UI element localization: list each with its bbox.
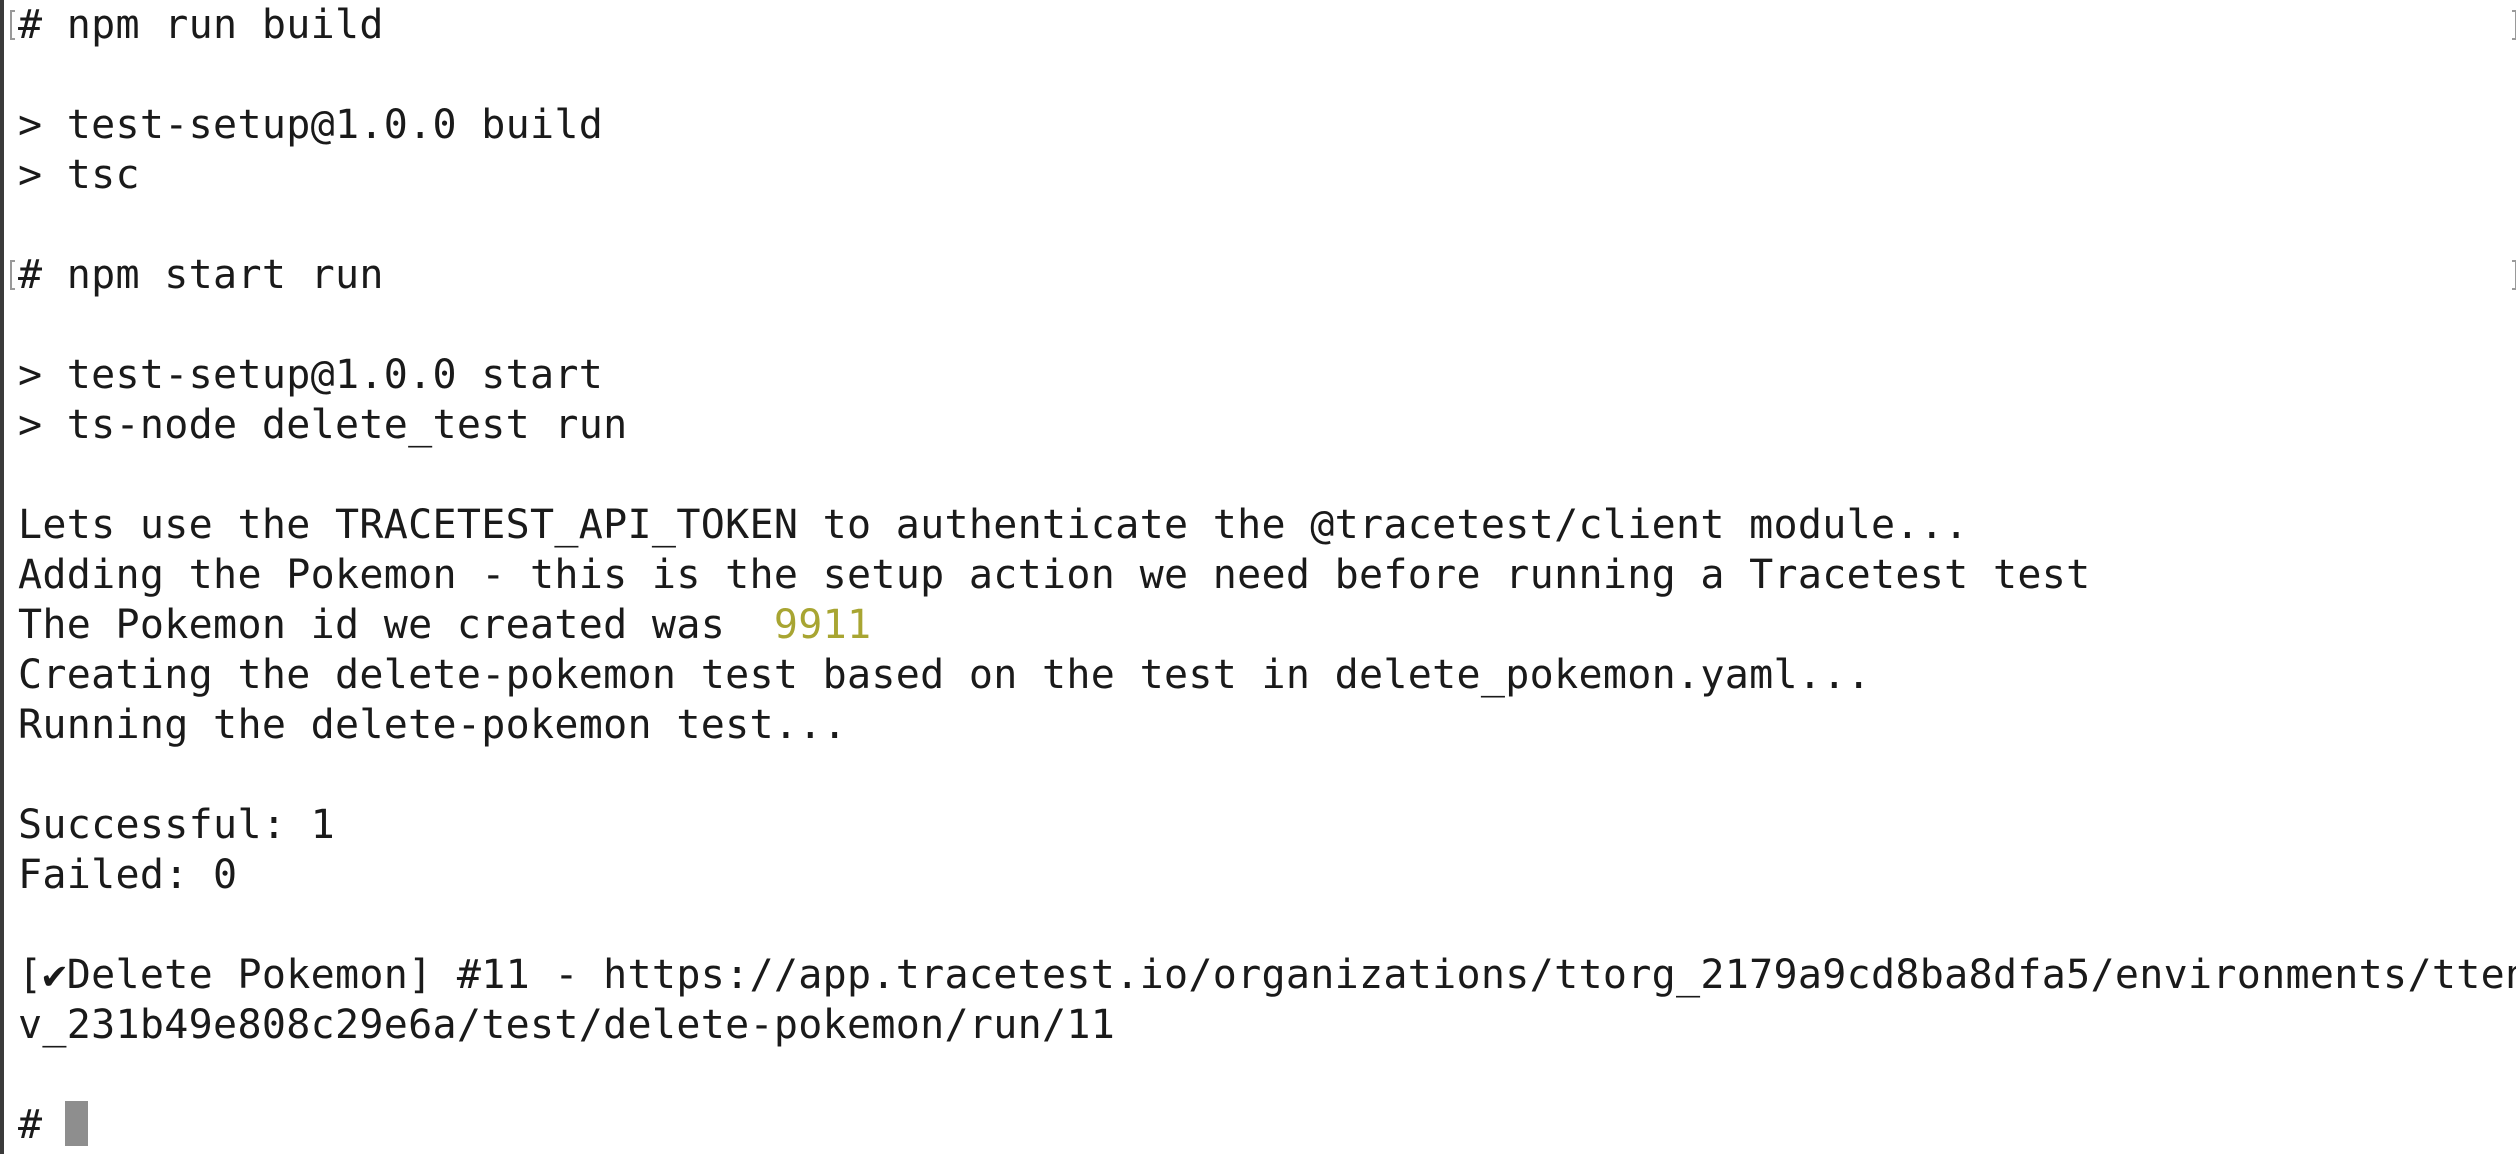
- mark-indicator: [10, 260, 15, 290]
- output-line: > test-setup@1.0.0 start: [18, 352, 604, 398]
- output-line: > tsc: [18, 152, 140, 198]
- summary-successful: Successful: 1: [18, 802, 335, 848]
- text-cursor: [65, 1101, 88, 1146]
- output-line: The Pokemon id we created was 9911: [18, 600, 871, 650]
- output-line: Lets use the TRACETEST_API_TOKEN to auth…: [18, 502, 1969, 548]
- output-text: The Pokemon id we created was: [18, 602, 774, 648]
- test-run-result-line[interactable]: [✔Delete Pokemon] #11 - https://app.trac…: [18, 950, 2516, 1000]
- mark-indicator: [2512, 260, 2516, 290]
- output-line: > ts-node delete_test run: [18, 402, 628, 448]
- command-line: # npm start run: [18, 252, 384, 298]
- output-line: Creating the delete-pokemon test based o…: [18, 652, 1872, 698]
- summary-failed: Failed: 0: [18, 852, 238, 898]
- output-line: > test-setup@1.0.0 build: [18, 102, 604, 148]
- test-run-result-line[interactable]: v_231b49e808c29e6a/test/delete-pokemon/r…: [18, 1000, 1115, 1050]
- shell-prompt: #: [18, 1102, 67, 1148]
- output-line: Running the delete-pokemon test...: [18, 702, 847, 748]
- mark-indicator: [10, 10, 15, 40]
- command-line: # npm run build: [18, 2, 384, 48]
- terminal-window[interactable]: # npm run build > test-setup@1.0.0 build…: [0, 0, 2516, 1154]
- pokemon-id-value: 9911: [773, 602, 872, 648]
- mark-indicator: [2512, 10, 2516, 40]
- output-line: Adding the Pokemon - this is the setup a…: [18, 552, 2091, 598]
